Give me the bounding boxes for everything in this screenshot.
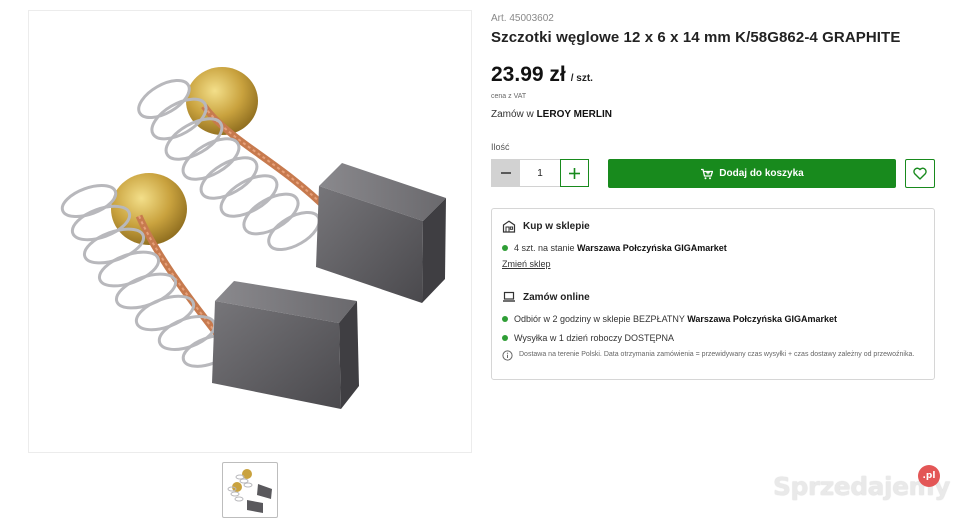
pickup-text: Odbiór w 2 godziny w sklepie BEZPŁATNY W… [514, 314, 837, 324]
plus-icon [569, 167, 580, 179]
product-info: Art. 45003602 Szczotki węglowe 12 x 6 x … [491, 10, 936, 120]
available-dot-icon [502, 316, 508, 322]
change-store-link[interactable]: Zmień sklep [502, 259, 551, 269]
stock-count: 4 szt. na stanie [514, 243, 578, 253]
add-to-cart-label: Dodaj do koszyka [719, 168, 804, 179]
delivery-note-text: Dostawa na terenie Polski. Data otrzyman… [519, 351, 915, 358]
heart-icon [913, 167, 927, 180]
pickup-description: Odbiór w 2 godziny w sklepie BEZPŁATNY [514, 314, 688, 324]
store-name: Warszawa Połczyńska GIGAmarket [577, 243, 727, 253]
price-unit: / szt. [570, 73, 593, 84]
quantity-decrease-button[interactable] [491, 159, 520, 187]
shipping-row: Wysyłka w 1 dzień roboczy DOSTĘPNA [502, 333, 674, 343]
wishlist-button[interactable] [905, 159, 935, 188]
store-stock-row: 4 szt. na stanie Warszawa Połczyńska GIG… [502, 243, 727, 253]
store-brand: LEROY MERLIN [536, 109, 612, 120]
product-thumbnail[interactable] [222, 462, 278, 518]
price: 23.99 zł [491, 63, 566, 86]
store-icon [502, 220, 516, 233]
vat-note: cena z VAT [491, 93, 527, 100]
laptop-icon [503, 291, 515, 302]
add-to-cart-button[interactable]: Dodaj do koszyka [608, 159, 896, 188]
order-in-prefix: Zamów w [491, 109, 537, 120]
shipping-text: Wysyłka w 1 dzień roboczy DOSTĘPNA [514, 333, 674, 343]
in-stock-dot-icon [502, 245, 508, 251]
watermark-badge: .pl [918, 465, 940, 487]
online-order-heading: Zamów online [502, 291, 590, 303]
carbon-brushes-photo [60, 67, 446, 409]
store-pickup-heading: Kup w sklepie [502, 220, 590, 233]
pickup-store-name: Warszawa Połczyńska GIGAmarket [687, 314, 837, 324]
store-stock-text: 4 szt. na stanie Warszawa Połczyńska GIG… [514, 243, 727, 253]
order-in-store: Zamów w LEROY MERLIN [491, 109, 936, 120]
quantity-increase-button[interactable] [560, 159, 589, 187]
available-dot-icon [502, 335, 508, 341]
store-pickup-title: Kup w sklepie [523, 221, 590, 232]
carbon-brushes-thumbnail [227, 469, 272, 513]
cart-icon [701, 168, 714, 179]
delivery-note: Dostawa na terenie Polski. Data otrzyman… [502, 350, 922, 361]
article-number: Art. 45003602 [491, 13, 554, 24]
info-icon [502, 350, 513, 361]
quantity-label: Ilość [491, 142, 510, 152]
pickup-row: Odbiór w 2 godziny w sklepie BEZPŁATNY W… [502, 314, 837, 324]
product-main-image[interactable] [28, 10, 472, 453]
online-order-title: Zamów online [523, 291, 590, 303]
product-title: Szczotki węglowe 12 x 6 x 14 mm K/58G862… [491, 29, 901, 46]
price-row: 23.99 zł / szt. [491, 63, 936, 87]
availability-box: Kup w sklepie 4 szt. na stanie Warszawa … [491, 208, 935, 380]
minus-icon [500, 172, 511, 174]
quantity-input[interactable] [520, 159, 560, 187]
